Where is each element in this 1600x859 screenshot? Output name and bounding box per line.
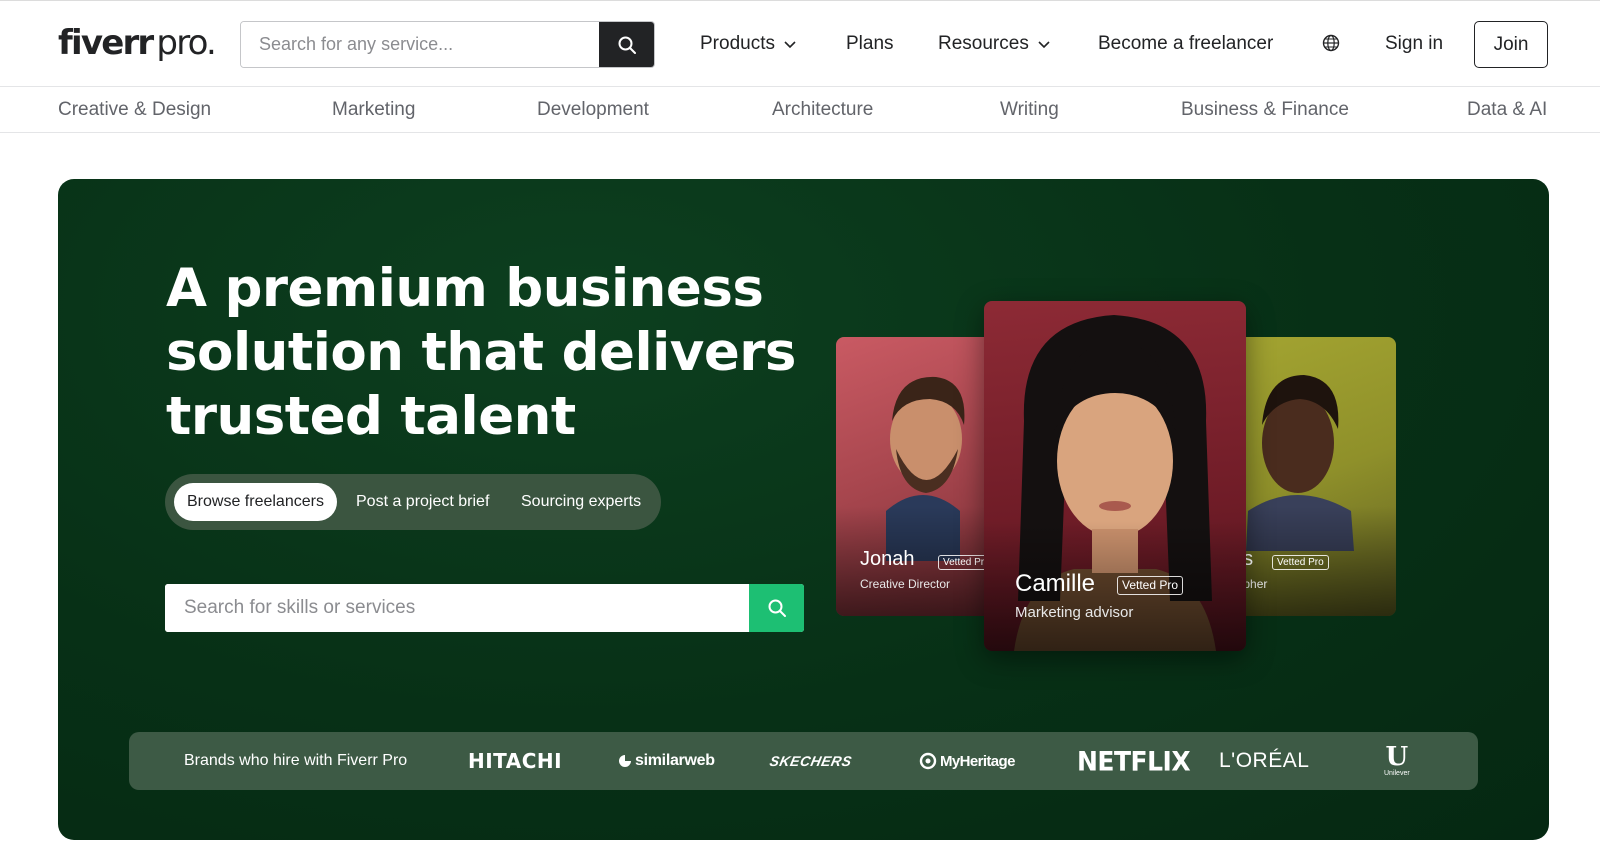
- talent-card-jonah[interactable]: Jonah Vetted Pro Creative Director: [836, 337, 1006, 616]
- tab-browse-freelancers[interactable]: Browse freelancers: [174, 483, 337, 521]
- myheritage-mark-icon: [919, 752, 937, 770]
- header-search-input[interactable]: [241, 22, 599, 67]
- hero-mode-tabs: Browse freelancers Post a project brief …: [165, 474, 661, 530]
- join-button-label: Join: [1493, 33, 1529, 55]
- brand-logo-skechers: SKECHERS: [768, 753, 854, 769]
- chevron-down-icon: [1038, 41, 1050, 49]
- category-writing[interactable]: Writing: [1000, 99, 1059, 121]
- tab-sourcing-experts[interactable]: Sourcing experts: [521, 483, 641, 521]
- brand-similarweb-text: similarweb: [635, 752, 715, 769]
- nav-plans[interactable]: Plans: [846, 32, 894, 56]
- talent-card-third[interactable]: es Vetted Pro grapher: [1226, 337, 1396, 616]
- category-bar: Creative & Design Marketing Development …: [0, 87, 1600, 133]
- category-marketing[interactable]: Marketing: [332, 99, 415, 121]
- hero-title-line-3: trusted talent: [166, 386, 576, 447]
- globe-icon: [1322, 34, 1340, 52]
- brand-logo-netflix: NETFLIX: [1077, 745, 1191, 777]
- category-business-finance[interactable]: Business & Finance: [1181, 99, 1349, 121]
- hero-search-button[interactable]: [749, 584, 804, 632]
- category-creative-design[interactable]: Creative & Design: [58, 99, 211, 121]
- talent-card-camille[interactable]: Camille Vetted Pro Marketing advisor: [984, 301, 1246, 651]
- talent-name: Jonah: [860, 548, 915, 570]
- fiverr-pro-logo[interactable]: fiverr pro.: [58, 21, 217, 65]
- nav-products[interactable]: Products: [700, 32, 797, 56]
- logo-word: fiverr: [58, 23, 154, 63]
- similarweb-mark-icon: [619, 755, 631, 767]
- hero-title-line-2: solution that delivers: [166, 322, 796, 383]
- logo-suffix: pro.: [156, 23, 216, 63]
- nav-resources-label: Resources: [938, 33, 1029, 54]
- language-selector[interactable]: [1322, 34, 1340, 52]
- nav-products-label: Products: [700, 33, 775, 54]
- join-button[interactable]: Join: [1474, 21, 1548, 68]
- nav-sign-in-label: Sign in: [1385, 33, 1444, 54]
- top-header: fiverrpro. Products Plans Resources Beco…: [0, 0, 1600, 87]
- hero-search-bar: [165, 584, 804, 632]
- vetted-pro-badge: Vetted Pro: [1272, 555, 1329, 570]
- brand-myheritage-text: MyHeritage: [940, 752, 1015, 770]
- hero-section: A premium business solution that deliver…: [58, 179, 1549, 840]
- header-search-button[interactable]: [599, 22, 654, 67]
- search-icon: [768, 599, 786, 617]
- talent-role: Marketing advisor: [1015, 604, 1134, 621]
- hero-title-line-1: A premium business: [166, 258, 764, 319]
- category-architecture[interactable]: Architecture: [772, 99, 873, 121]
- brand-logo-hitachi: HITACHI: [468, 749, 563, 773]
- header-search-bar: [240, 21, 655, 68]
- brands-label: Brands who hire with Fiverr Pro: [184, 752, 408, 769]
- brands-strip: Brands who hire with Fiverr Pro HITACHI …: [129, 732, 1478, 790]
- nav-become-freelancer[interactable]: Become a freelancer: [1098, 32, 1273, 56]
- category-data-ai[interactable]: Data & AI: [1467, 99, 1547, 121]
- brand-logo-unilever: U Unilever: [1384, 732, 1410, 790]
- unilever-mark-icon: U: [1385, 742, 1409, 772]
- vetted-pro-badge: Vetted Pro: [1117, 576, 1184, 595]
- brand-unilever-text: Unilever: [1384, 770, 1410, 777]
- brand-logo-similarweb: similarweb: [618, 732, 715, 790]
- tab-post-project-brief[interactable]: Post a project brief: [356, 483, 489, 521]
- hero-title: A premium business solution that deliver…: [166, 257, 796, 449]
- nav-plans-label: Plans: [846, 33, 894, 54]
- chevron-down-icon: [784, 41, 796, 49]
- category-development[interactable]: Development: [537, 99, 649, 121]
- nav-become-freelancer-label: Become a freelancer: [1098, 33, 1274, 54]
- hero-search-input[interactable]: [165, 584, 749, 632]
- brand-logo-loreal: L'ORÉAL: [1219, 749, 1310, 772]
- brand-logo-myheritage: MyHeritage: [919, 732, 1015, 790]
- nav-sign-in[interactable]: Sign in: [1385, 32, 1443, 56]
- talent-name: Camille: [1015, 570, 1096, 597]
- search-icon: [618, 36, 636, 54]
- talent-role: Creative Director: [860, 577, 951, 591]
- nav-resources[interactable]: Resources: [938, 32, 1051, 56]
